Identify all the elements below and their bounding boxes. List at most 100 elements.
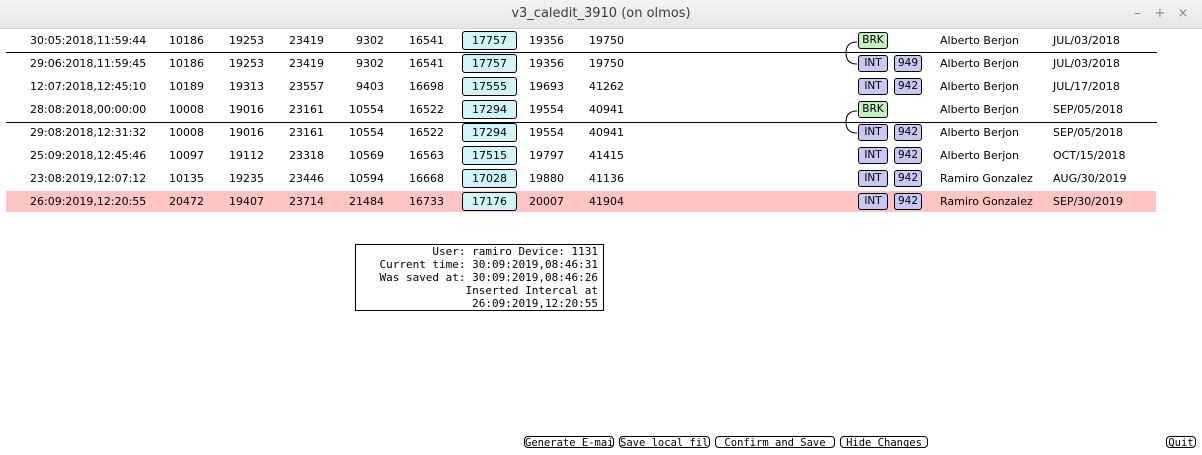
cell-c7: 40941	[589, 126, 624, 139]
device-tag[interactable]: 942	[894, 78, 922, 95]
cell-c1: 20472	[169, 195, 204, 208]
cell-c3: 23557	[289, 80, 324, 93]
cell-c7: 41904	[589, 195, 624, 208]
quit-button[interactable]: Quit	[1166, 436, 1196, 448]
cell-user: Ramiro Gonzalez	[940, 172, 1033, 185]
cell-c5: 16563	[409, 149, 444, 162]
break-separator	[6, 52, 1157, 53]
cell-date: OCT/15/2018	[1053, 149, 1126, 162]
confirm-and-save-button[interactable]: Confirm and Save	[715, 436, 835, 448]
cell-ts: 30:05:2018,11:59:44	[30, 34, 147, 47]
info-inserted: Inserted Intercal at 26:09:2019,12:20:55	[465, 284, 598, 310]
cell-c1: 10008	[169, 103, 204, 116]
value-box[interactable]: 17757	[462, 31, 517, 50]
cell-c6: 19880	[529, 172, 564, 185]
cell-c6: 19797	[529, 149, 564, 162]
maximize-icon[interactable]: +	[1151, 5, 1169, 23]
cell-c4: 9302	[356, 57, 384, 70]
cell-ts: 23:08:2019,12:07:12	[30, 172, 147, 185]
cell-c6: 19554	[529, 126, 564, 139]
info-current-time: Current time: 30:09:2019,08:46:31	[379, 258, 598, 271]
window-title: v3_caledit_3910 (on olmos)	[511, 6, 691, 21]
cell-c7: 41136	[589, 172, 624, 185]
value-box[interactable]: 17028	[462, 169, 517, 188]
cell-c5: 16698	[409, 80, 444, 93]
int-tag[interactable]: INT	[858, 55, 888, 72]
table-row[interactable]: 29:08:2018,12:31:32 10008 19016 23161 10554 1…	[6, 122, 1156, 143]
cell-c2: 19112	[229, 149, 264, 162]
cell-date: SEP/05/2018	[1053, 126, 1123, 139]
cell-c1: 10008	[169, 126, 204, 139]
cell-c7: 40941	[589, 103, 624, 116]
cell-c4: 10554	[349, 103, 384, 116]
minimize-icon[interactable]: –	[1128, 5, 1146, 23]
cell-c2: 19253	[229, 34, 264, 47]
table-row[interactable]: 25:09:2018,12:45:46 10097 19112 23318 10569 1…	[6, 145, 1156, 166]
value-box[interactable]: 17757	[462, 54, 517, 73]
cell-c2: 19016	[229, 103, 264, 116]
generate-email-button[interactable]: Generate E-mail	[524, 436, 614, 448]
cell-c2: 19016	[229, 126, 264, 139]
table-row[interactable]: 29:06:2018,11:59:45 10186 19253 23419 9302 16…	[6, 53, 1156, 74]
info-user: User: ramiro Device: 1131	[432, 245, 598, 258]
cell-c5: 16522	[409, 103, 444, 116]
value-box[interactable]: 17515	[462, 146, 517, 165]
value-box[interactable]: 17294	[462, 100, 517, 119]
int-tag[interactable]: INT	[858, 193, 888, 210]
cell-user: Alberto Berjon	[940, 34, 1019, 47]
cell-c6: 19356	[529, 57, 564, 70]
cell-ts: 26:09:2019,12:20:55	[30, 195, 147, 208]
cell-c4: 21484	[349, 195, 384, 208]
cell-date: AUG/30/2019	[1053, 172, 1127, 185]
value-box[interactable]: 17294	[462, 123, 517, 142]
cell-c3: 23419	[289, 34, 324, 47]
table-row[interactable]: 30:05:2018,11:59:44 10186 19253 23419 9302 16…	[6, 30, 1156, 51]
brk-tag[interactable]: BRK	[858, 32, 888, 49]
cell-c3: 23161	[289, 126, 324, 139]
cell-c7: 19750	[589, 57, 624, 70]
cell-ts: 29:06:2018,11:59:45	[30, 57, 147, 70]
device-tag[interactable]: 942	[894, 170, 922, 187]
cell-c1: 10186	[169, 34, 204, 47]
cell-c6: 19554	[529, 103, 564, 116]
cell-c1: 10097	[169, 149, 204, 162]
table-row[interactable]: 26:09:2019,12:20:55 20472 19407 23714 21484 1…	[6, 191, 1156, 212]
device-tag[interactable]: 942	[894, 193, 922, 210]
close-icon[interactable]: ×	[1174, 5, 1192, 23]
cell-c3: 23419	[289, 57, 324, 70]
cell-c4: 9403	[356, 80, 384, 93]
cell-c5: 16541	[409, 34, 444, 47]
device-tag[interactable]: 942	[894, 124, 922, 141]
int-tag[interactable]: INT	[858, 170, 888, 187]
value-box[interactable]: 17555	[462, 77, 517, 96]
cell-user: Alberto Berjon	[940, 80, 1019, 93]
table-row[interactable]: 23:08:2019,12:07:12 10135 19235 23446 10594 1…	[6, 168, 1156, 189]
cell-c1: 10186	[169, 57, 204, 70]
cell-date: SEP/05/2018	[1053, 103, 1123, 116]
device-tag[interactable]: 942	[894, 147, 922, 164]
cell-ts: 25:09:2018,12:45:46	[30, 149, 147, 162]
cell-c2: 19313	[229, 80, 264, 93]
cell-c5: 16541	[409, 57, 444, 70]
cell-c7: 41415	[589, 149, 624, 162]
int-tag[interactable]: INT	[858, 78, 888, 95]
info-saved-at: Was saved at: 30:09:2019,08:46:26	[379, 271, 598, 284]
cell-c5: 16522	[409, 126, 444, 139]
save-local-file-button[interactable]: Save local file	[619, 436, 710, 448]
int-tag[interactable]: INT	[858, 147, 888, 164]
device-tag[interactable]: 949	[894, 55, 922, 72]
table-row[interactable]: 12:07:2018,12:45:10 10189 19313 23557 9403 16…	[6, 76, 1156, 97]
value-box[interactable]: 17176	[462, 192, 517, 211]
table-row[interactable]: 28:08:2018,00:00:00 10008 19016 23161 10554 1…	[6, 99, 1156, 120]
cell-c7: 41262	[589, 80, 624, 93]
cell-c3: 23446	[289, 172, 324, 185]
cell-date: JUL/03/2018	[1053, 57, 1120, 70]
cell-c6: 19693	[529, 80, 564, 93]
cell-c2: 19407	[229, 195, 264, 208]
cell-c7: 19750	[589, 34, 624, 47]
cell-c5: 16668	[409, 172, 444, 185]
hide-changes-button[interactable]: Hide Changes	[840, 436, 928, 448]
brk-tag[interactable]: BRK	[858, 101, 888, 118]
int-tag[interactable]: INT	[858, 124, 888, 141]
cell-date: JUL/03/2018	[1053, 34, 1120, 47]
